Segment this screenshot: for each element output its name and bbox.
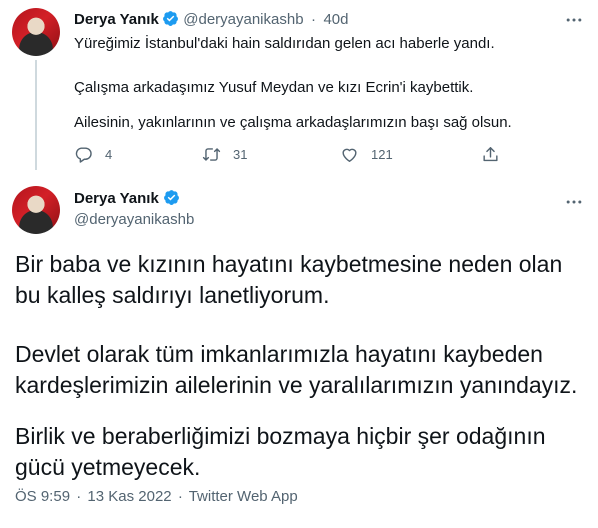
author-handle[interactable]: @deryayanikashb [183,11,303,28]
tweet-text-line: bu kalleş saldırıyı lanetliyorum. [15,282,330,308]
reply-button[interactable]: 4 [74,145,112,164]
author-avatar[interactable] [12,8,60,56]
more-options-icon[interactable] [564,192,584,212]
tweet-text-line: kardeşlerimizin ailelerinin ve yaralılar… [15,372,578,398]
separator-dot: · [177,488,183,505]
author-avatar[interactable] [12,186,60,234]
tweet-text-line: Birlik ve beraberliğimizi bozmaya hiçbir… [15,423,546,449]
like-button[interactable]: 121 [340,145,393,164]
tweet-text-paragraph: Birlik ve beraberliğimizi bozmaya hiçbir… [15,421,546,483]
reply-bubble-icon [75,147,92,163]
retweet-icon [202,148,221,161]
separator-dot: · [311,11,316,28]
share-button[interactable] [481,145,512,164]
tweet-metadata: ÖS 9:59 · 13 Kas 2022 · Twitter Web App [15,488,300,505]
main-tweet-author: Derya Yanık [74,189,180,208]
tweet-text-paragraph: Devlet olarak tüm imkanlarımızla hayatın… [15,339,577,401]
heart-icon [342,148,357,162]
retweet-button[interactable]: 31 [202,145,247,164]
author-handle[interactable]: @deryayanikashb [74,211,194,228]
tweet-text-paragraph: Yüreğimiz İstanbul'daki hain saldırıdan … [74,35,495,52]
reply-count: 4 [105,147,113,162]
author-name[interactable]: Derya Yanık [74,11,159,28]
tweet-text-paragraph: Çalışma arkadaşımız Yusuf Meydan ve kızı… [74,79,474,96]
tweet-text-line: Devlet olarak tüm imkanlarımızla hayatın… [15,341,543,367]
tweet-text-line: gücü yetmeyecek. [15,454,201,480]
retweet-count: 31 [233,147,248,162]
tweet-age[interactable]: 40d [323,11,348,28]
more-options-icon[interactable] [564,10,584,30]
like-count: 121 [371,147,393,162]
verified-badge-icon [164,190,180,205]
author-name[interactable]: Derya Yanık [74,190,159,207]
tweet-source[interactable]: Twitter Web App [189,488,298,505]
tweet-time[interactable]: ÖS 9:59 [15,488,70,505]
tweet-header: Derya Yanık @deryayanikashb · 40d [74,10,351,29]
tweet-text-line: Bir baba ve kızının hayatını kaybetmesin… [15,251,563,277]
tweet-action-bar: 4 31 121 [74,145,504,167]
verified-badge-icon [162,11,178,26]
tweet-date[interactable]: 13 Kas 2022 [87,488,171,505]
share-upload-icon [483,147,498,162]
tweet-text-paragraph: Ailesinin, yakınlarının ve çalışma arkad… [74,114,512,131]
separator-dot: · [76,488,82,505]
reply-tweet[interactable]: Derya Yanık @deryayanikashb · 40d Yüreği… [0,0,598,174]
thread-connector-line [35,60,37,170]
tweet-text-paragraph: Bir baba ve kızının hayatını kaybetmesin… [15,249,562,311]
